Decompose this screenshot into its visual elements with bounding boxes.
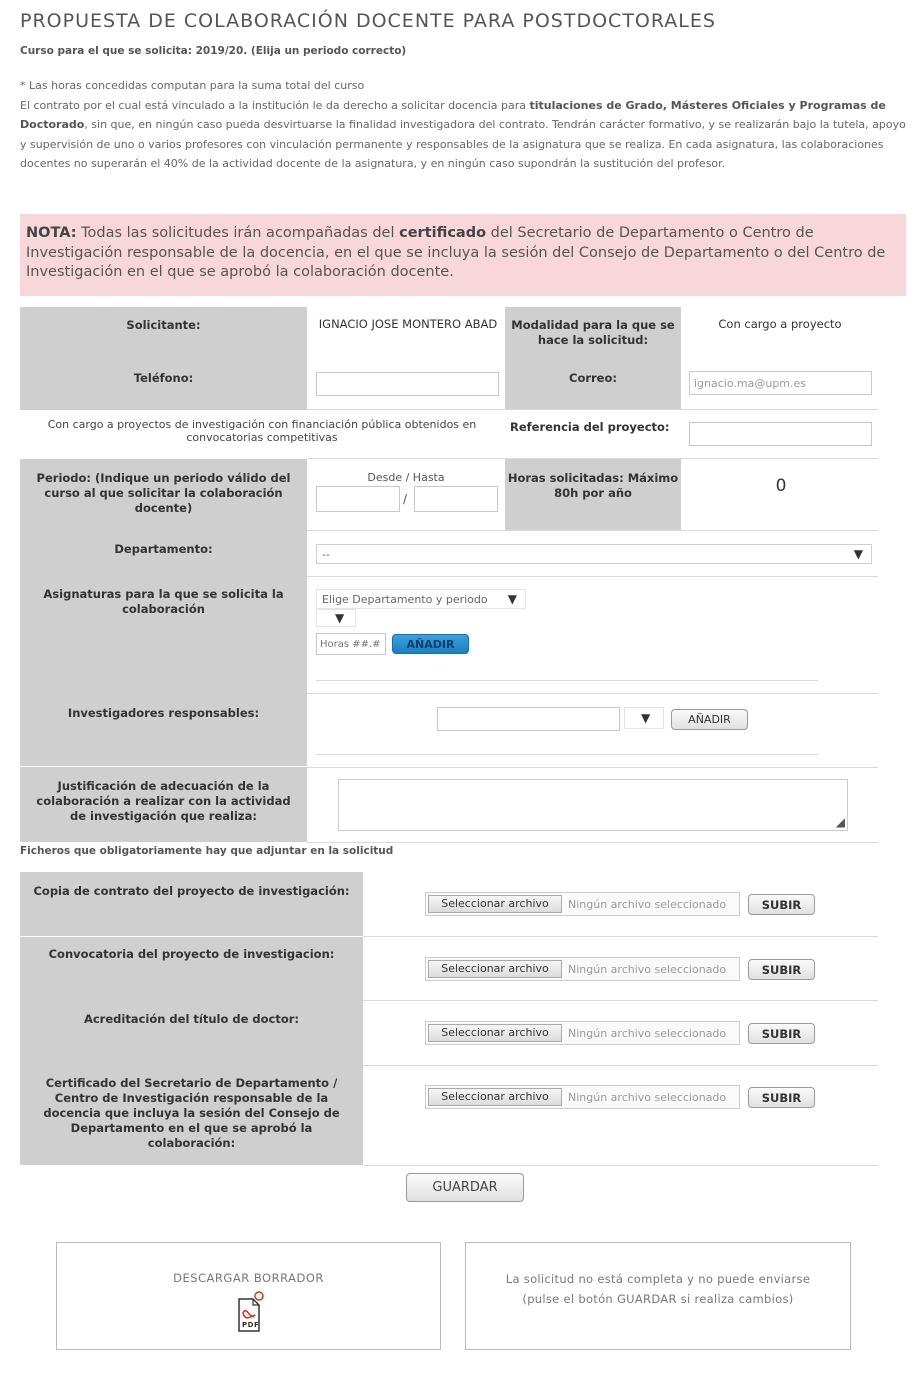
upload-button[interactable]: SUBIR [748,1087,815,1108]
desde-hasta-label: Desde / Hasta [367,471,445,484]
solicitante-label: Solicitante: [20,307,307,357]
intro-paragraph: El contrato por el cual está vinculado a… [20,96,910,174]
desde-input[interactable] [316,486,400,512]
date-separator: / [403,492,408,506]
upload-button[interactable]: SUBIR [748,1023,815,1044]
file-label-contrato: Copia de contrato del proyecto de invest… [20,872,363,936]
status-box: La solicitud no está completa y no puede… [465,1242,851,1350]
hasta-input[interactable] [414,486,498,512]
row-divider [307,409,878,410]
select-file-button[interactable]: Seleccionar archivo [428,1088,562,1106]
departamento-label: Departamento: [20,530,307,576]
departamento-select[interactable]: -- ▼ [316,544,872,564]
row-divider [307,530,878,531]
file-status: Ningún archivo seleccionado [568,963,727,976]
pdf-icon-label: PDF [242,1321,260,1329]
download-draft-box[interactable]: DESCARGAR BORRADOR PDF [56,1242,441,1350]
investigadores-label: Investigadores responsables: [20,694,307,766]
telefono-input[interactable] [316,372,499,396]
nota-alert: NOTA: Todas las solicitudes irán acompañ… [20,214,906,296]
chevron-down-icon: ▼ [507,592,517,606]
file-status: Ningún archivo seleccionado [568,898,727,911]
asignaturas-sub-select[interactable]: ▼ [316,609,356,627]
intro-text-c: , sin que, en ningún caso pueda desvirtu… [20,118,906,170]
row-divider [307,842,878,843]
select-file-button[interactable]: Seleccionar archivo [428,960,562,978]
pdf-icon[interactable]: PDF [233,1291,265,1337]
modalidad-value: Con cargo a proyecto [718,317,842,331]
proposal-page: PROPUESTA DE COLABORACIÓN DOCENTE PARA P… [0,0,916,1383]
chevron-down-icon: ▼ [335,611,345,625]
solicitante-value: IGNACIO JOSE MONTERO ABAD [318,317,498,331]
correo-label: Correo: [505,357,681,410]
file-label-convocatoria: Convocatoria del proyecto de investigaci… [20,937,363,1001]
justificacion-label: Justificación de adecuación de la colabo… [20,767,307,842]
justificacion-textarea[interactable]: ◢ [338,779,848,831]
correo-input[interactable] [689,371,872,395]
file-label-certificado: Certificado del Secretario de Departamen… [20,1065,363,1165]
cargo-text: Con cargo a proyectos de investigación c… [47,418,477,444]
file-input-titulo[interactable]: Seleccionar archivo Ningún archivo selec… [425,1021,740,1045]
file-status: Ningún archivo seleccionado [568,1091,727,1104]
add-asignatura-button[interactable]: AÑADIR [392,634,469,654]
add-investigador-button[interactable]: AÑADIR [671,709,748,730]
row-divider [307,693,878,694]
chevron-down-icon: ▼ [641,711,651,725]
upload-button[interactable]: SUBIR [748,959,815,980]
row-divider [363,936,878,937]
file-input-certificado[interactable]: Seleccionar archivo Ningún archivo selec… [425,1085,740,1109]
horas-value: 0 [775,476,787,496]
download-draft-label: DESCARGAR BORRADOR [173,1271,324,1285]
nota-text-bold: certificado [399,225,487,241]
list-divider [316,680,818,681]
file-input-convocatoria[interactable]: Seleccionar archivo Ningún archivo selec… [425,957,740,981]
row-divider [307,767,878,768]
intro-text: * Las horas concedidas computan para la … [20,76,910,174]
file-input-contrato[interactable]: Seleccionar archivo Ningún archivo selec… [425,892,740,916]
asignaturas-selected: Elige Departamento y periodo [322,593,488,606]
list-divider [316,754,818,755]
status-text: La solicitud no está completa y no puede… [505,1272,811,1306]
upload-button[interactable]: SUBIR [748,894,815,915]
select-file-button[interactable]: Seleccionar archivo [428,895,562,913]
periodo-label: Periodo: (Indique un periodo válido del … [20,459,307,530]
horas-label: Horas solicitadas: Máximo 80h por año [505,459,681,530]
file-status: Ningún archivo seleccionado [568,1027,727,1040]
horas-asignatura-input[interactable] [316,633,386,655]
save-button[interactable]: GUARDAR [406,1173,524,1202]
intro-line-1: * Las horas concedidas computan para la … [20,79,365,92]
file-label-titulo: Acreditación del título de doctor: [20,1001,363,1065]
asignaturas-label: Asignaturas para la que se solicita la c… [20,576,307,694]
row-divider [363,1065,878,1066]
chevron-down-icon: ▼ [853,547,863,561]
course-subtitle: Curso para el que se solicita: 2019/20. … [20,45,407,57]
asignaturas-select[interactable]: Elige Departamento y periodo ▼ [316,589,526,609]
telefono-label: Teléfono: [20,357,307,410]
page-title: PROPUESTA DE COLABORACIÓN DOCENTE PARA P… [20,10,716,32]
files-heading: Ficheros que obligatoriamente hay que ad… [20,845,394,857]
referencia-label: Referencia del proyecto: [510,420,670,434]
nota-text-a: Todas las solicitudes irán acompañadas d… [76,225,400,241]
intro-text-a: El contrato por el cual está vinculado a… [20,98,530,112]
row-divider [307,576,878,577]
modalidad-label: Modalidad para la que se hace la solicit… [505,307,681,357]
row-divider [363,1000,878,1001]
departamento-selected: -- [322,548,330,561]
row-divider [363,1165,878,1166]
select-file-button[interactable]: Seleccionar archivo [428,1024,562,1042]
referencia-input[interactable] [689,422,872,446]
resize-handle-icon[interactable]: ◢ [836,815,845,829]
nota-label: NOTA: [26,225,77,241]
investigador-select[interactable]: ▼ [624,707,664,729]
investigador-input[interactable] [437,707,620,731]
